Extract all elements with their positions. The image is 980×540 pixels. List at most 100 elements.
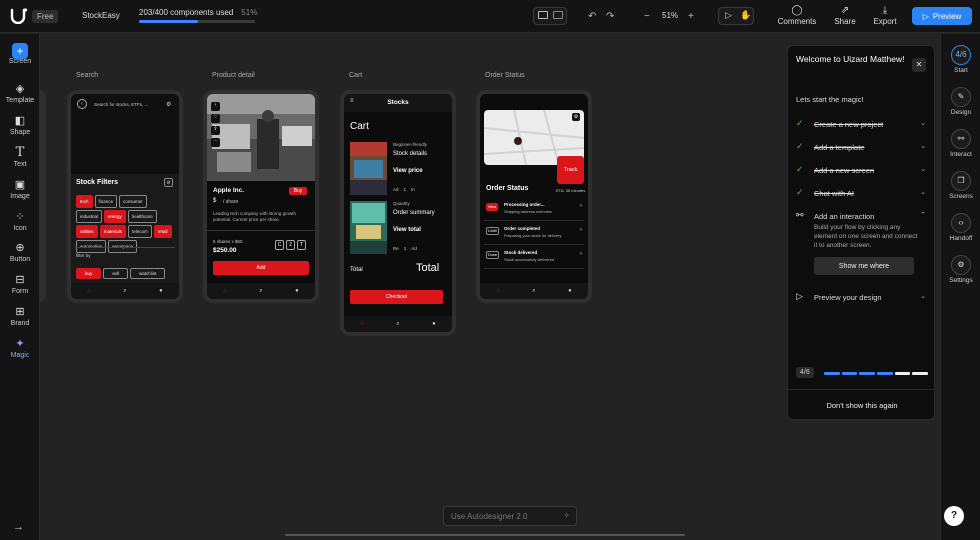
category-chip[interactable]: tech	[76, 195, 93, 208]
filter-close-icon[interactable]: ⊘	[164, 178, 173, 187]
components-view-icon[interactable]	[553, 11, 563, 19]
tool-image[interactable]: ▣ Image	[0, 178, 40, 200]
track-button[interactable]: Track	[557, 156, 584, 184]
share-icon[interactable]: ⇪	[211, 126, 220, 135]
tool-button[interactable]: ⊕ Button	[0, 241, 40, 263]
category-chip[interactable]: utilities	[76, 225, 98, 238]
project-name[interactable]: StockEasy	[82, 11, 120, 20]
screen-label-order[interactable]: Order Status	[485, 72, 525, 79]
filter-chip[interactable]: buy	[76, 268, 102, 279]
horizontal-scrollbar[interactable]	[285, 534, 685, 536]
stepper-cell[interactable]: 2	[286, 240, 295, 250]
zoom-level[interactable]: 51%	[662, 11, 678, 20]
back-icon[interactable]: ‹	[211, 102, 220, 111]
undo-icon[interactable]: ↶	[588, 8, 596, 24]
search-input[interactable]: Search for stocks, ETFs, ...	[94, 102, 148, 107]
order-status-row[interactable]: Done Stock delivered Stock successfully de…	[484, 245, 584, 269]
category-chip[interactable]: healthcare	[127, 210, 157, 223]
comments-button[interactable]: ◯ Comments	[777, 5, 817, 26]
stepper-cell[interactable]: C	[275, 240, 284, 250]
hand-icon[interactable]: ✋	[740, 10, 751, 21]
profile-icon[interactable]: ●	[159, 288, 163, 294]
screen-label-search[interactable]: Search	[76, 72, 98, 79]
screen-search[interactable]: ‹ Search for stocks, ETFs, ... ⚙ Stock F…	[67, 90, 183, 303]
tool-text[interactable]: T Text	[0, 146, 40, 169]
category-chip[interactable]: energy	[104, 210, 126, 223]
back-icon[interactable]: ‹	[77, 99, 87, 109]
step-add-screen[interactable]: ✓ Add a new screen ⌄	[796, 164, 928, 178]
settings-icon[interactable]: ⚙	[166, 101, 171, 108]
tool-magic[interactable]: ✦ Magic	[0, 337, 40, 359]
heart-icon[interactable]: ♡	[211, 114, 220, 123]
tool-shape[interactable]: ◧ Shape	[0, 114, 40, 136]
view-toggle[interactable]	[533, 7, 567, 25]
category-chip[interactable]: telecom	[128, 225, 152, 238]
redo-icon[interactable]: ↷	[606, 8, 614, 24]
screen-cart[interactable]: ≡ Stocks Cart Beginner-friendly Stock de…	[340, 90, 456, 336]
profile-icon[interactable]: ●	[432, 321, 436, 327]
expand-arrow-icon[interactable]: →	[13, 521, 24, 533]
buy-button[interactable]: Buy	[289, 187, 307, 195]
uizard-logo-icon[interactable]	[10, 8, 28, 24]
tool-icon[interactable]: ⁘ Icon	[0, 210, 40, 232]
step-chat-ai[interactable]: ✓ Chat with AI ⌄	[796, 187, 928, 201]
autodesigner-input[interactable]: Use Autodesigner 2.0 ✧	[443, 506, 577, 526]
step-create-project[interactable]: ✓ Create a new project ⌄	[796, 118, 928, 132]
category-chip[interactable]: consumer	[119, 195, 147, 208]
interaction-toggle[interactable]: ▷ ✋	[718, 7, 754, 25]
tool-template[interactable]: ◈ Template	[0, 82, 40, 104]
search-icon[interactable]: ⌕	[396, 321, 399, 328]
tool-screen[interactable]: + Screen	[0, 43, 40, 65]
cart-item-1-price[interactable]: View price	[393, 168, 423, 174]
rail-settings[interactable]: ⚙ Settings	[941, 255, 980, 284]
home-icon[interactable]: ⌂	[87, 288, 91, 294]
help-button[interactable]: ?	[944, 506, 964, 526]
rail-interact[interactable]: ⚯ Interact	[941, 129, 980, 158]
share-button[interactable]: ⇗ Share	[825, 5, 865, 26]
step-preview-design[interactable]: ▷ Preview your design ⌄	[796, 291, 928, 305]
export-button[interactable]: ⤓ Export	[865, 5, 905, 26]
screen-order[interactable]: ⚙ Track Order Status ETA: 35 minutes Vie…	[476, 90, 592, 303]
tool-brand[interactable]: ⊞ Brand	[0, 305, 40, 327]
screen-label-product[interactable]: Product detail	[212, 72, 255, 79]
quantity-stepper[interactable]: C2T	[275, 240, 306, 250]
search-icon[interactable]: ⌕	[259, 288, 262, 295]
desktop-view-icon[interactable]	[538, 11, 548, 19]
search-icon[interactable]: ⌕	[532, 288, 535, 295]
checkout-button[interactable]: Checkout	[350, 290, 443, 304]
category-chip[interactable]: materials	[99, 225, 127, 238]
profile-icon[interactable]: ●	[295, 288, 299, 294]
screen-product[interactable]: ‹ ♡ ⇪ ⋯ Apple Inc. Buy $ / share Leading…	[203, 90, 319, 303]
preview-button[interactable]: ▷ Preview	[912, 7, 972, 25]
add-button[interactable]: Add	[213, 261, 309, 275]
category-chip[interactable]: retail	[153, 225, 172, 238]
tool-form[interactable]: ⊟ Form	[0, 273, 40, 295]
offscreen-phone-edge[interactable]	[39, 90, 46, 302]
play-icon[interactable]: ▷	[725, 10, 732, 21]
cart-item-2-total[interactable]: View total	[393, 227, 421, 233]
dont-show-again-button[interactable]: Don't show this again	[788, 389, 936, 421]
rail-handoff[interactable]: ‹› Handoff	[941, 213, 980, 242]
home-icon[interactable]: ⌂	[496, 288, 500, 294]
rail-start[interactable]: 4/6 Start	[941, 45, 980, 74]
show-me-where-button[interactable]: Show me where	[814, 257, 914, 275]
screen-label-cart[interactable]: Cart	[349, 72, 362, 79]
settings-icon[interactable]: ⚙	[572, 113, 580, 121]
stepper-cell[interactable]: T	[297, 240, 306, 250]
close-icon[interactable]: ✕	[912, 58, 926, 72]
search-icon[interactable]: ⌕	[123, 288, 126, 295]
category-chip[interactable]: finance	[94, 195, 118, 208]
filter-chip[interactable]: sell	[103, 268, 129, 279]
category-chip[interactable]: industrial	[76, 210, 103, 223]
order-status-row[interactable]: Untitl Order completed Preparing your stoc…	[484, 221, 584, 245]
profile-icon[interactable]: ●	[568, 288, 572, 294]
home-icon[interactable]: ⌂	[223, 288, 227, 294]
step-add-interaction[interactable]: ⚯ Add an interaction ⌃	[796, 210, 928, 224]
rail-design[interactable]: ✎ Design	[941, 87, 980, 116]
zoom-out-button[interactable]: −	[644, 8, 650, 24]
home-icon[interactable]: ⌂	[360, 321, 364, 327]
step-add-template[interactable]: ✓ Add a template ⌄	[796, 141, 928, 155]
filter-chip[interactable]: watchlist	[130, 268, 166, 279]
zoom-in-button[interactable]: +	[688, 8, 694, 24]
rail-screens[interactable]: ❐ Screens	[941, 171, 980, 200]
